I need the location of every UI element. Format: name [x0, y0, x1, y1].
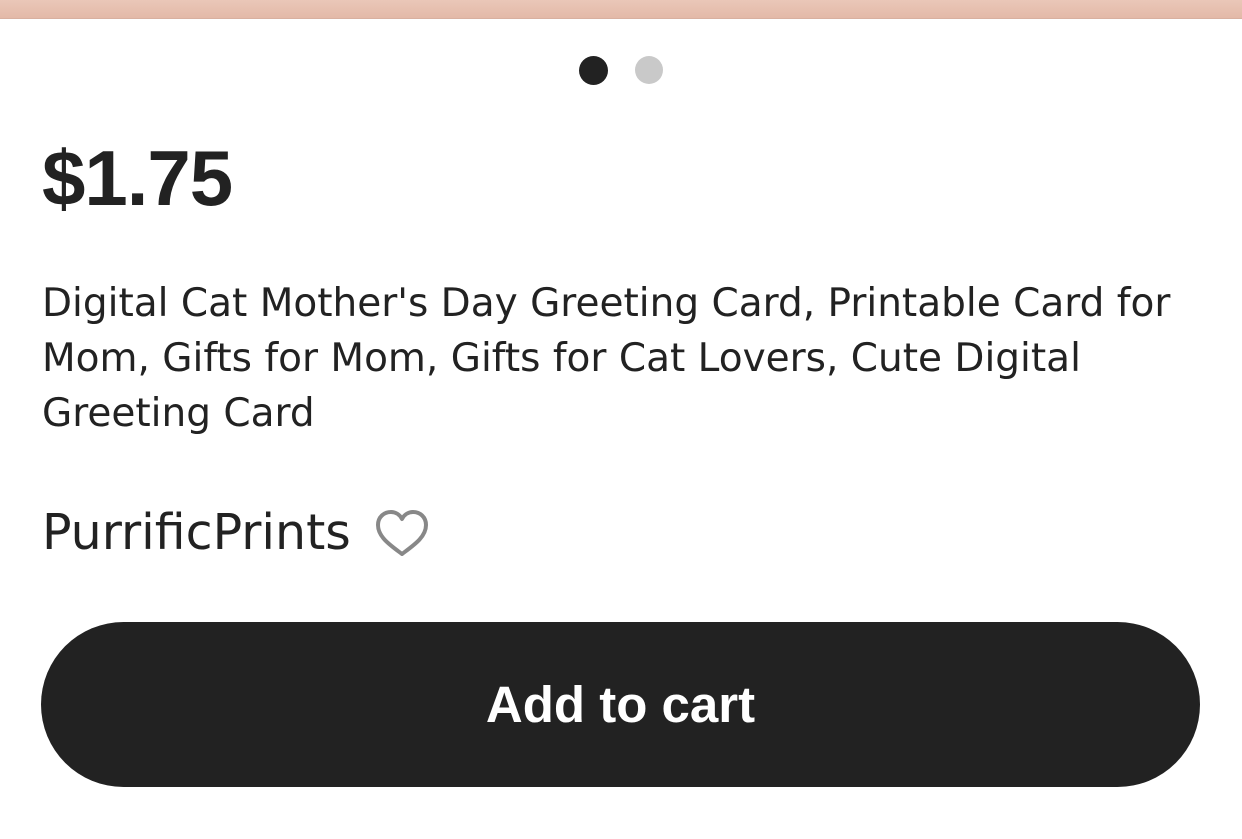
carousel-dot-2[interactable] — [635, 56, 663, 84]
product-image-fill — [0, 0, 1242, 18]
product-price: $1.75 — [42, 134, 233, 222]
product-image[interactable] — [0, 0, 1242, 19]
shop-name-link[interactable]: PurrificPrints — [42, 500, 351, 566]
carousel-dot-1[interactable] — [579, 56, 608, 85]
carousel-pagination — [0, 56, 1242, 85]
add-to-cart-button[interactable]: Add to cart — [41, 622, 1200, 787]
product-title: Digital Cat Mother's Day Greeting Card, … — [42, 281, 1171, 436]
heart-outline-icon — [375, 510, 428, 556]
favorite-shop-button[interactable] — [373, 507, 431, 559]
shop-row: PurrificPrints — [42, 500, 431, 566]
add-to-cart-label: Add to cart — [485, 676, 756, 733]
